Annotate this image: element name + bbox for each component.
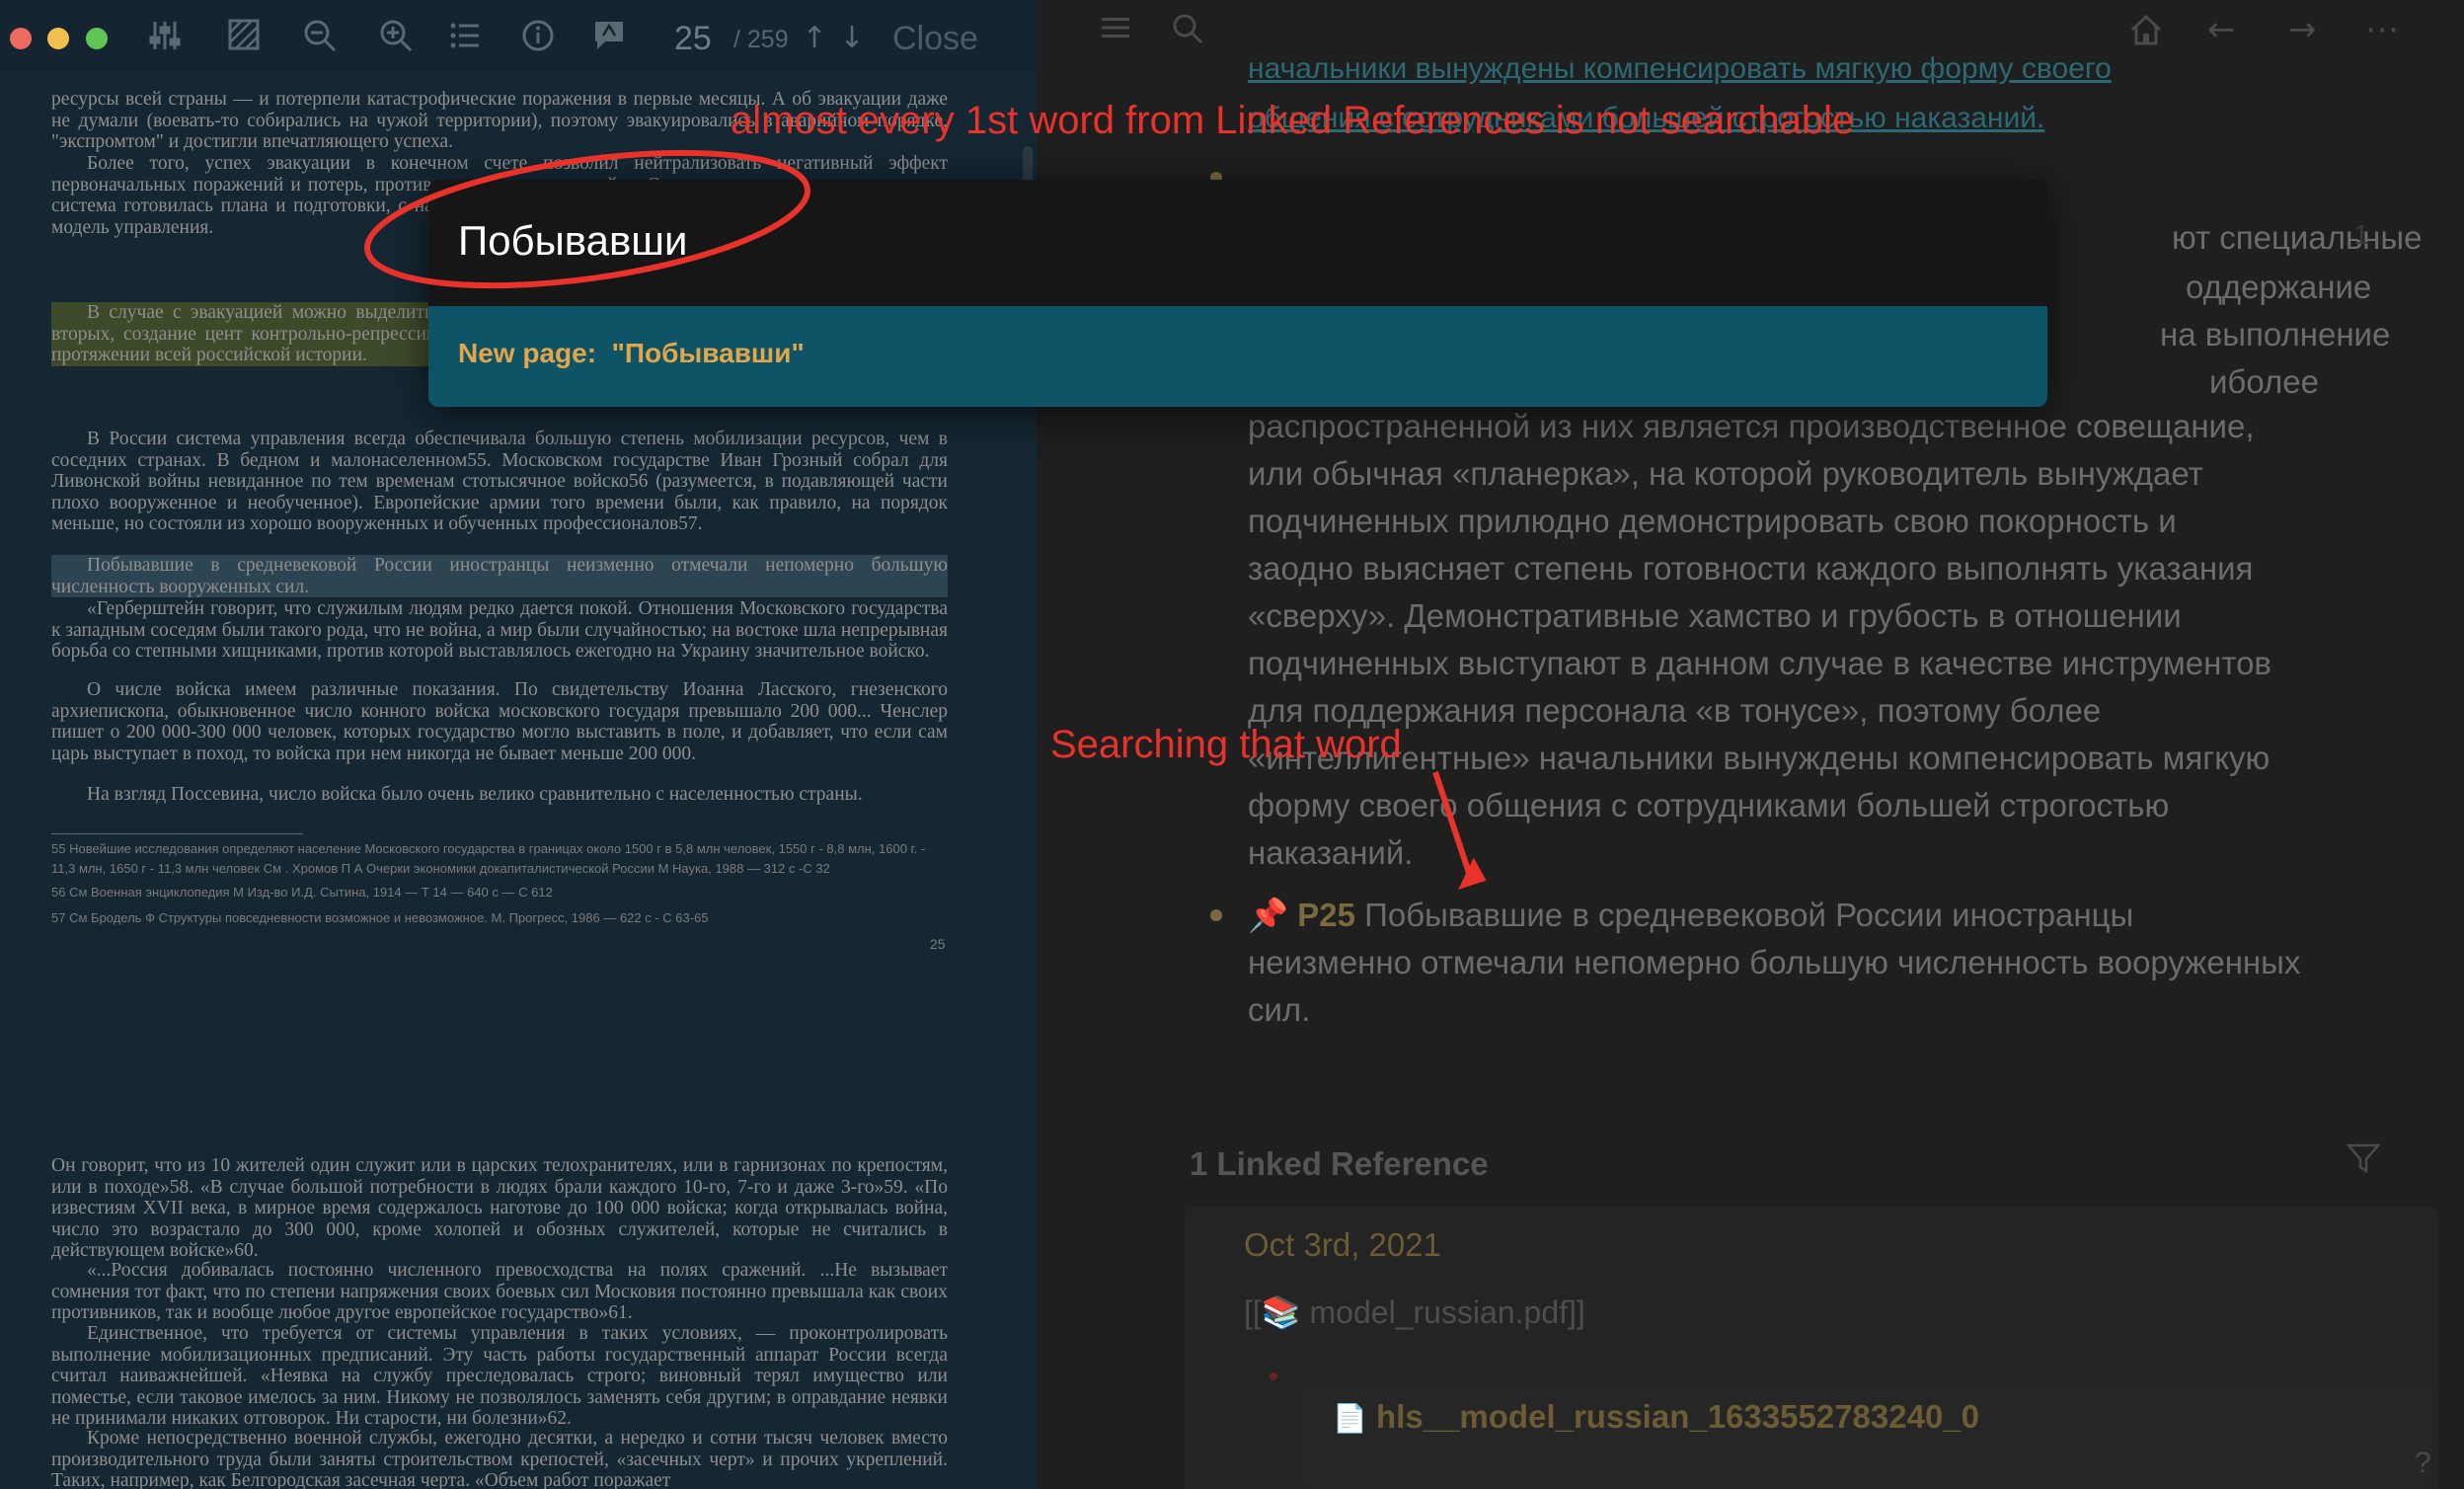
block-text-fragment: оддержание [2186, 269, 2372, 305]
window-minimize-button[interactable] [47, 28, 69, 49]
linked-ref-page-title[interactable]: Oct 3rd, 2021 [1244, 1226, 1441, 1264]
zoom-out-icon[interactable] [299, 18, 341, 59]
block-line: для поддержания персонала «в тонусе», по… [1248, 692, 2102, 729]
pdf-paragraph: Единственное, что требуется от системы у… [51, 1323, 948, 1430]
block-text-fragment: иболее [2209, 363, 2319, 400]
pdf-toolbar: 25 / 259 ↑ ↓ Close [0, 0, 1037, 77]
linked-references-header[interactable]: 1 Linked Reference [1190, 1145, 1489, 1183]
search-dialog: New page: "Побывавши" [428, 180, 2047, 407]
linked-ref-file-name: hls__model_russian_1633552783240_0 [1376, 1398, 1979, 1435]
annotation-top-note: almost every 1st word from Linked Refere… [731, 99, 1855, 142]
filter-icon[interactable] [2346, 1140, 2381, 1185]
pdf-paragraph: О числе войска имеем различные показания… [51, 679, 948, 764]
pdf-paragraph: В России система управления всегда обесп… [51, 429, 948, 535]
pdf-paragraph: «...Россия добивалась постоянно численно… [51, 1260, 948, 1324]
linked-ref-file-link[interactable]: 📄 hls__model_russian_1633552783240_0 [1333, 1398, 1979, 1436]
linked-ref-pdf-link[interactable]: [[📚 model_russian.pdf]] [1244, 1293, 1585, 1331]
block-line: подчиненных прилюдно демонстрировать сво… [1248, 503, 2177, 539]
settings-sliders-icon[interactable] [144, 18, 186, 59]
pdf-paragraph: «Герберштейн говорит, что служилым людям… [51, 598, 948, 663]
document-icon: 📄 [1333, 1403, 1367, 1434]
block-line: или обычная «планерка», на которой руков… [1248, 455, 2203, 492]
previous-block-text: начальники вынуждены компенсировать мягк… [1248, 52, 2112, 85]
block-line: заодно выясняет степень готовности каждо… [1248, 550, 2254, 587]
page-number-current[interactable]: 25 [674, 20, 712, 58]
footnote-divider [51, 833, 303, 834]
zoom-in-icon[interactable] [375, 18, 417, 59]
menu-icon[interactable] [1100, 12, 1131, 50]
block-line: распространенной из них является произво… [1248, 408, 2255, 444]
block-text-fragment: ют специальные [2172, 219, 2423, 256]
block-line: форму своего общения с сотрудниками боль… [1248, 787, 2170, 823]
pdf-footnote: 56 См Военная энциклопедия М Изд-во И.Д.… [51, 885, 553, 900]
search-icon[interactable] [1171, 12, 1204, 52]
block-line: подчиненных выступают в данном случае в … [1248, 645, 2272, 681]
annotation-arrow-note: Searching that word [1050, 723, 1402, 766]
pdf-page-ref-label[interactable]: P25 [1297, 897, 1355, 933]
block-content[interactable]: распространенной из них является произво… [1248, 403, 2432, 877]
app-window: 25 / 259 ↑ ↓ Close ресурсы всей страны —… [0, 0, 2464, 1489]
block-bullet[interactable] [1270, 1372, 1277, 1380]
window-close-button[interactable] [10, 28, 32, 49]
annotation-icon[interactable] [588, 18, 630, 59]
search-result-item[interactable]: New page: "Побывавши" [428, 306, 2047, 407]
p25-block[interactable]: 📌 P25 Побывавшие в средневековой России … [1248, 892, 2432, 1034]
pdf-paragraph: Он говорит, что из 10 жителей один служи… [51, 1155, 948, 1262]
block-ref-count-badge[interactable]: 1 [2353, 219, 2369, 251]
window-zoom-button[interactable] [86, 28, 108, 49]
pdf-highlight-blue[interactable]: Побывавшие в средневековой России иностр… [51, 555, 948, 598]
help-button[interactable]: ? [2415, 1447, 2431, 1480]
info-icon[interactable] [517, 18, 559, 59]
pdf-paragraph: На взгляд Поссевина, число войска было о… [87, 784, 863, 805]
search-input[interactable] [458, 209, 1998, 273]
pdf-page-footer-number: 25 [930, 936, 946, 952]
pin-icon: 📌 [1248, 897, 1289, 933]
pdf-paragraph: Кроме непосредственно военной службы, еж… [51, 1428, 948, 1489]
block-line: «сверху». Демонстративные хамство и груб… [1248, 597, 2182, 634]
block-line: «интеллигентные» начальники вынуждены ко… [1248, 740, 2271, 776]
pdf-close-button[interactable]: Close [892, 20, 978, 58]
search-result-label: New page: "Побывавши" [458, 338, 805, 368]
p25-text: Побывавшие в средневековой России иностр… [1364, 897, 2134, 933]
forward-arrow-icon[interactable]: → [2288, 12, 2317, 47]
block-line: неизменно отмечали непомерно большую чис… [1248, 944, 2301, 980]
block-line: сил. [1248, 991, 1311, 1028]
search-input-area [428, 180, 2047, 306]
highlight-area-icon[interactable] [223, 18, 265, 59]
block-line: 📌 P25 Побывавшие в средневековой России … [1248, 892, 2432, 939]
more-icon[interactable]: ⋯ [2365, 12, 2399, 47]
page-number-total: / 259 [733, 26, 789, 53]
pdf-footnote: 55 Новейшие исследования определяют насе… [51, 841, 926, 876]
block-text-fragment: на выполнение [2160, 316, 2391, 353]
block-line: наказаний. [1248, 834, 1414, 871]
down-arrow-icon[interactable]: ↓ [831, 18, 873, 59]
up-arrow-icon[interactable]: ↑ [794, 18, 835, 59]
outline-list-icon[interactable] [444, 18, 486, 59]
pdf-footnote: 57 См Бродель Ф Структуры повседневности… [51, 910, 709, 925]
block-bullet[interactable] [1210, 909, 1222, 921]
back-arrow-icon[interactable]: ← [2207, 12, 2236, 47]
